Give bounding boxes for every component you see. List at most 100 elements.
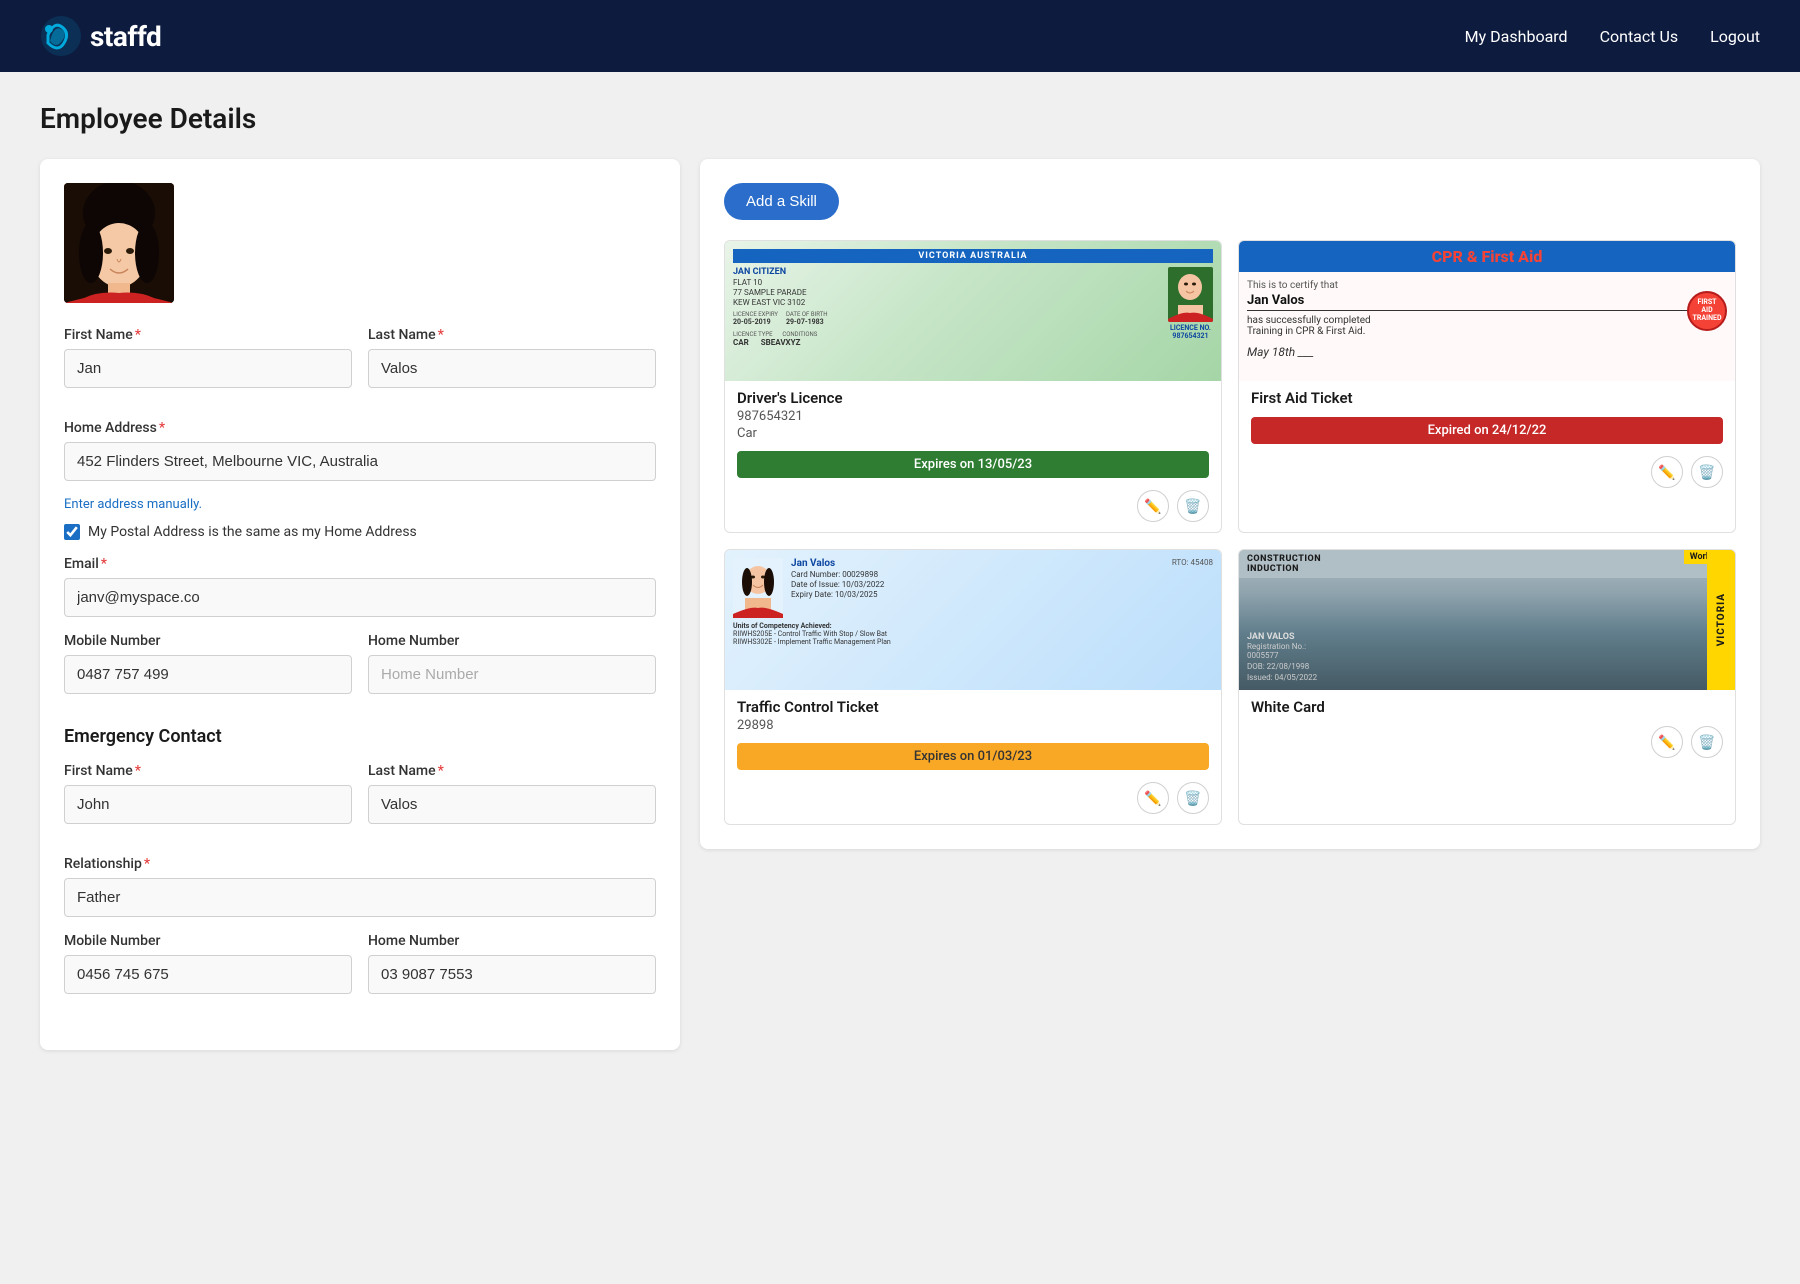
page-content: Employee Details — [0, 72, 1800, 1080]
first-name-label: First Name* — [64, 327, 352, 343]
cpr-certify-text: This is to certify that — [1247, 280, 1727, 291]
license-address-3: KEW EAST VIC 3102 — [733, 298, 1160, 307]
cpr-header: CPR & First Aid — [1239, 241, 1735, 272]
white-card-image: CONSTRUCTIONINDUCTION WorkSafe VICTORIA … — [1239, 550, 1735, 690]
profile-photo[interactable] — [64, 183, 174, 303]
license-type-row: LICENCE TYPE CONDITIONS CARSBEAVXYZ — [733, 330, 1160, 347]
emergency-mobile-label: Mobile Number — [64, 933, 352, 949]
address-manual-link[interactable]: Enter address manually. — [64, 497, 656, 512]
first-aid-delete-button[interactable]: 🗑️ — [1691, 456, 1723, 488]
mobile-number-input[interactable] — [64, 655, 352, 694]
add-skill-button[interactable]: Add a Skill — [724, 183, 839, 220]
home-address-label: Home Address* — [64, 420, 656, 436]
traffic-name: Jan Valos — [791, 558, 1213, 569]
traffic-control-image: RTO: 45408 — [725, 550, 1221, 690]
emergency-phone-row: Mobile Number Home Number — [64, 933, 656, 1010]
nav-contact[interactable]: Contact Us — [1600, 27, 1679, 46]
home-address-group: Home Address* — [64, 420, 656, 481]
skill-card-first-aid: CPR & First Aid This is to certify that … — [1238, 240, 1736, 533]
drivers-licence-expiry: Expires on 13/05/23 — [737, 451, 1209, 478]
relationship-input[interactable] — [64, 878, 656, 917]
first-aid-expiry: Expired on 24/12/22 — [1251, 417, 1723, 444]
white-card-info-section: White Card — [1239, 690, 1735, 720]
emergency-mobile-group: Mobile Number — [64, 933, 352, 994]
page-title: Employee Details — [40, 102, 1760, 135]
emergency-mobile-input[interactable] — [64, 955, 352, 994]
nav-dashboard[interactable]: My Dashboard — [1465, 27, 1568, 46]
white-card-reg: Registration No.:0005577 — [1247, 642, 1317, 660]
emergency-first-name-input[interactable] — [64, 785, 352, 824]
skill-card-traffic-control: RTO: 45408 — [724, 549, 1222, 825]
traffic-issue-date: Date of Issue: 10/03/2022 — [791, 580, 1213, 589]
nav-logout[interactable]: Logout — [1710, 27, 1760, 46]
postal-checkbox[interactable] — [64, 524, 80, 540]
profile-photo-image — [64, 183, 174, 303]
white-card-name: JAN VALOS — [1247, 632, 1317, 642]
white-card-delete-button[interactable]: 🗑️ — [1691, 726, 1723, 758]
license-body: JAN CITIZEN FLAT 10 77 SAMPLE PARADE KEW… — [733, 267, 1213, 347]
emergency-last-name-input[interactable] — [368, 785, 656, 824]
cpr-name: Jan Valos — [1247, 293, 1727, 311]
last-name-required: * — [438, 327, 444, 343]
skill-card-drivers-licence: VICTORIA AUSTRALIA JAN CITIZEN FLAT 10 7… — [724, 240, 1222, 533]
cpr-body: This is to certify that Jan Valos has su… — [1239, 272, 1735, 367]
competency-1: RIIWHS205E - Control Traffic With Stop /… — [733, 630, 1213, 638]
traffic-control-delete-button[interactable]: 🗑️ — [1177, 782, 1209, 814]
relationship-group: Relationship* — [64, 856, 656, 917]
first-aid-actions: ✏️ 🗑️ — [1239, 450, 1735, 498]
name-row: First Name* Last Name* — [64, 327, 656, 404]
traffic-card-number: Card Number: 00029898 — [791, 570, 1213, 579]
traffic-control-expiry: Expires on 01/03/23 — [737, 743, 1209, 770]
drivers-licence-delete-button[interactable]: 🗑️ — [1177, 490, 1209, 522]
license-address-1: FLAT 10 — [733, 278, 1160, 287]
traffic-expiry-date: Expiry Date: 10/03/2025 — [791, 590, 1213, 599]
home-number-input[interactable] — [368, 655, 656, 694]
left-panel: First Name* Last Name* Home Address* — [40, 159, 680, 1050]
victoria-text: VICTORIA — [1716, 593, 1727, 646]
traffic-info: Jan Valos Card Number: 00029898 Date of … — [791, 558, 1213, 618]
license-address-2: 77 SAMPLE PARADE — [733, 288, 1160, 297]
first-name-input[interactable] — [64, 349, 352, 388]
emergency-home-group: Home Number — [368, 933, 656, 994]
drivers-licence-actions: ✏️ 🗑️ — [725, 484, 1221, 532]
traffic-control-edit-button[interactable]: ✏️ — [1137, 782, 1169, 814]
email-group: Email* — [64, 556, 656, 617]
home-number-group: Home Number — [368, 633, 656, 694]
home-address-input[interactable] — [64, 442, 656, 481]
relationship-required: * — [144, 856, 150, 872]
white-card-edit-button[interactable]: ✏️ — [1651, 726, 1683, 758]
nav-links: My Dashboard Contact Us Logout — [1465, 27, 1760, 46]
traffic-competency: Units of Competency Achieved: RIIWHS205E… — [733, 622, 1213, 646]
home-number-label: Home Number — [368, 633, 656, 649]
competency-2: RIIWHS302E - Implement Traffic Managemen… — [733, 638, 1213, 646]
license-dob: DATE OF BIRTH 29-07-1983 — [786, 311, 828, 326]
mobile-number-label: Mobile Number — [64, 633, 352, 649]
last-name-input[interactable] — [368, 349, 656, 388]
postal-checkbox-row: My Postal Address is the same as my Home… — [64, 524, 656, 540]
email-input[interactable] — [64, 578, 656, 617]
traffic-control-number: 29898 — [737, 718, 1209, 733]
drivers-licence-edit-button[interactable]: ✏️ — [1137, 490, 1169, 522]
first-aid-edit-button[interactable]: ✏️ — [1651, 456, 1683, 488]
cpr-description: has successfully completedTraining in CP… — [1247, 315, 1727, 337]
license-dates: LICENCE EXPIRY 20-05-2019 DATE OF BIRTH … — [733, 311, 1160, 326]
license-photo — [1168, 267, 1213, 322]
email-required: * — [101, 556, 107, 572]
first-aid-name: First Aid Ticket — [1251, 389, 1723, 407]
emergency-home-label: Home Number — [368, 933, 656, 949]
emergency-last-name-group: Last Name* — [368, 763, 656, 824]
emergency-home-input[interactable] — [368, 955, 656, 994]
emergency-first-name-label: First Name* — [64, 763, 352, 779]
logo-area: staffd — [40, 15, 161, 57]
emergency-last-name-label: Last Name* — [368, 763, 656, 779]
postal-checkbox-label: My Postal Address is the same as my Home… — [88, 524, 417, 540]
first-aid-image: CPR & First Aid This is to certify that … — [1239, 241, 1735, 381]
drivers-licence-sub: Car — [737, 426, 1209, 441]
cpr-header-text: CPR & First Aid — [1432, 247, 1543, 266]
drivers-licence-info: Driver's Licence 987654321 Car — [725, 381, 1221, 445]
cpr-badge-text: FIRSTAIDTRAINED — [1693, 299, 1722, 322]
traffic-control-name: Traffic Control Ticket — [737, 698, 1209, 716]
license-expiry-date: LICENCE EXPIRY 20-05-2019 — [733, 311, 778, 326]
phone-row: Mobile Number Home Number — [64, 633, 656, 710]
traffic-control-actions: ✏️ 🗑️ — [725, 776, 1221, 824]
